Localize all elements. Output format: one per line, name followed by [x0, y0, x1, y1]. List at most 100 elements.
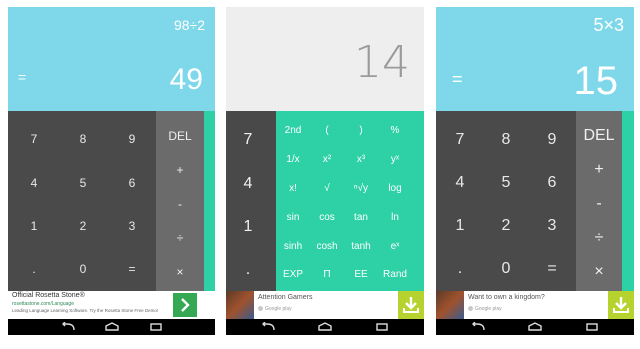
exp-e-key[interactable]: eˣ	[375, 241, 415, 252]
key-decimal[interactable]: .	[228, 261, 268, 279]
key-4[interactable]: 4	[440, 174, 480, 192]
result-text: 49	[169, 63, 203, 96]
key-0[interactable]: 0	[486, 260, 526, 278]
display-panel: 98÷2 = 49	[8, 7, 215, 111]
key-equals[interactable]: =	[112, 262, 152, 276]
advanced-panel-handle[interactable]	[622, 111, 634, 293]
key-decimal[interactable]: .	[14, 262, 54, 276]
result-text: 14	[354, 37, 410, 88]
equals-sign: =	[18, 69, 27, 85]
advanced-panel-handle[interactable]	[204, 111, 215, 293]
keypad: 7 8 9 4 5 6 1 2 3 . 0 = DEL + - ÷ ×	[436, 111, 634, 293]
key-8[interactable]: 8	[486, 131, 526, 149]
operator-column: DEL + - ÷ ×	[576, 111, 622, 293]
ad-banner[interactable]: Want to own a kingdom? Google play	[436, 291, 634, 319]
delete-key[interactable]: DEL	[160, 129, 200, 143]
log-key[interactable]: log	[375, 183, 415, 194]
display-panel: 5×3 = 15	[436, 7, 634, 111]
key-1[interactable]: 1	[228, 218, 268, 236]
plus-key[interactable]: +	[160, 163, 200, 177]
recents-icon[interactable]	[584, 322, 600, 332]
key-7[interactable]: 7	[440, 131, 480, 149]
key-8[interactable]: 8	[63, 132, 103, 146]
ad-source-label: Google play	[265, 306, 292, 312]
calculator-screen-3: 5×3 = 15 7 8 9 4 5 6 1 2 3 . 0 = DEL + -…	[436, 7, 634, 335]
ad-title[interactable]: Official Rosetta Stone®	[12, 292, 85, 299]
ad-title[interactable]: Want to own a kingdom?	[468, 294, 545, 301]
ad-source: Google play	[258, 306, 292, 312]
rand-key[interactable]: Rand	[375, 269, 415, 280]
key-4[interactable]: 4	[14, 176, 54, 190]
key-6[interactable]: 6	[532, 174, 572, 192]
keypad: 7 8 9 4 5 6 1 2 3 . 0 = DEL + - ÷ ×	[8, 111, 215, 293]
ad-open-button[interactable]	[173, 293, 197, 317]
calculator-screen-2: 14 7 4 1 . 2nd ( ) % 1/x x² x³ yˣ x! √ ⁿ…	[226, 7, 424, 335]
key-4[interactable]: 4	[228, 175, 268, 193]
power-key[interactable]: yˣ	[375, 154, 415, 165]
key-1[interactable]: 1	[14, 219, 54, 233]
key-2[interactable]: 2	[486, 217, 526, 235]
ad-banner[interactable]: Official Rosetta Stone® rosettastone.com…	[8, 291, 215, 319]
key-2[interactable]: 2	[63, 219, 103, 233]
multiply-key[interactable]: ×	[160, 265, 200, 279]
key-3[interactable]: 3	[112, 219, 152, 233]
navigation-bar	[8, 319, 215, 335]
ad-source-label: Google play	[475, 306, 502, 312]
chevron-right-icon	[181, 298, 190, 312]
download-icon	[403, 297, 419, 313]
key-decimal[interactable]: .	[440, 260, 480, 278]
plus-key[interactable]: +	[579, 161, 619, 179]
expression-text: 5×3	[593, 15, 624, 35]
ad-url[interactable]: rosettastone.com/Language	[12, 301, 74, 307]
key-6[interactable]: 6	[112, 176, 152, 190]
percent-key[interactable]: %	[375, 125, 415, 136]
play-store-icon	[258, 306, 263, 311]
ad-download-button[interactable]	[398, 291, 424, 319]
ad-thumbnail	[226, 291, 254, 319]
ad-thumbnail	[436, 291, 464, 319]
result-text: 15	[573, 59, 619, 103]
divide-key[interactable]: ÷	[160, 231, 200, 245]
digit-keys: 7 8 9 4 5 6 1 2 3 . 0 =	[436, 111, 584, 293]
advanced-functions-panel: 2nd ( ) % 1/x x² x³ yˣ x! √ ⁿ√y log sin …	[276, 111, 424, 293]
ad-banner[interactable]: Attention Gamers Google play	[226, 291, 424, 319]
minus-key[interactable]: -	[579, 195, 619, 213]
delete-key[interactable]: DEL	[579, 127, 619, 145]
keypad: 7 4 1 . 2nd ( ) % 1/x x² x³ yˣ x! √ ⁿ√y …	[226, 111, 424, 293]
key-1[interactable]: 1	[440, 217, 480, 235]
key-7[interactable]: 7	[228, 131, 268, 149]
expression-text: 98÷2	[173, 17, 205, 33]
minus-key[interactable]: -	[160, 197, 200, 211]
divide-key[interactable]: ÷	[579, 229, 619, 247]
recents-icon[interactable]	[374, 322, 390, 332]
home-icon[interactable]	[527, 322, 543, 332]
ad-title[interactable]: Attention Gamers	[258, 294, 312, 301]
ad-download-button[interactable]	[608, 291, 634, 319]
download-icon	[613, 297, 629, 313]
multiply-key[interactable]: ×	[579, 263, 619, 281]
ln-key[interactable]: ln	[375, 212, 415, 223]
recents-icon[interactable]	[148, 322, 164, 332]
play-store-icon	[468, 306, 473, 311]
digit-column: 7 4 1 .	[226, 111, 274, 293]
key-5[interactable]: 5	[63, 176, 103, 190]
back-icon[interactable]	[470, 322, 486, 332]
home-icon[interactable]	[317, 322, 333, 332]
key-3[interactable]: 3	[532, 217, 572, 235]
ad-source: Google play	[468, 306, 502, 312]
key-0[interactable]: 0	[63, 262, 103, 276]
navigation-bar	[226, 319, 424, 335]
back-icon[interactable]	[260, 322, 276, 332]
ad-description: Leading Language Learning Software. Try …	[12, 308, 159, 313]
back-icon[interactable]	[60, 322, 76, 332]
key-9[interactable]: 9	[112, 132, 152, 146]
home-icon[interactable]	[104, 322, 120, 332]
navigation-bar	[436, 319, 634, 335]
key-5[interactable]: 5	[486, 174, 526, 192]
key-9[interactable]: 9	[532, 131, 572, 149]
digit-keys: 7 8 9 4 5 6 1 2 3 . 0 =	[8, 111, 156, 293]
calculator-screen-1: 98÷2 = 49 7 8 9 4 5 6 1 2 3 . 0 = DEL + …	[8, 7, 215, 335]
equals-sign: =	[452, 69, 463, 89]
key-equals[interactable]: =	[532, 260, 572, 278]
key-7[interactable]: 7	[14, 132, 54, 146]
